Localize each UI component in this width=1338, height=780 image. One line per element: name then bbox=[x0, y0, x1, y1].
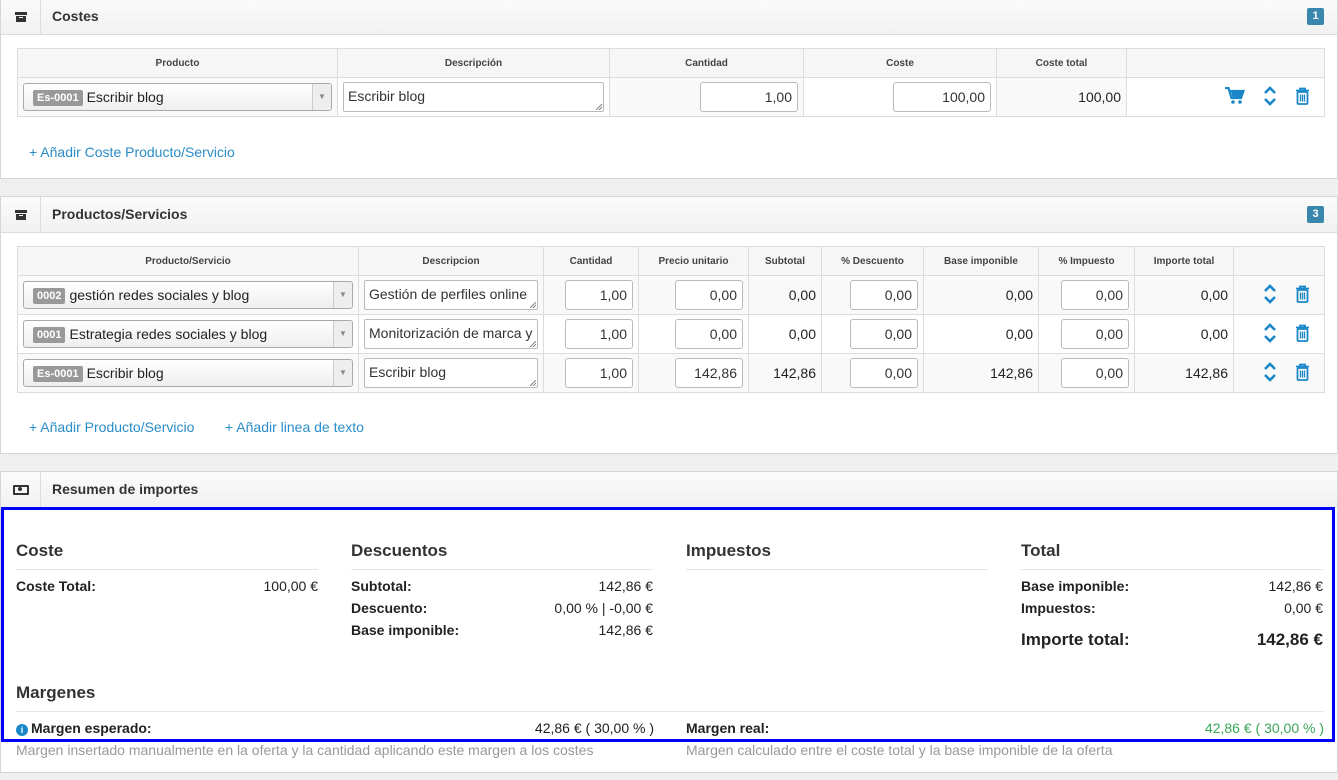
table-row: 0002 gestión redes sociales y blog ▼ Gesti… bbox=[17, 275, 1325, 315]
productos-header: Productos/Servicios 3 bbox=[1, 197, 1337, 233]
sort-handle-icon[interactable] bbox=[1263, 283, 1277, 308]
cost-input[interactable]: 100,00 bbox=[893, 82, 991, 112]
importe-value: 0,00 bbox=[1134, 314, 1234, 354]
col-header-subtotal: Subtotal bbox=[748, 246, 822, 276]
description-textarea[interactable]: Escribir blog bbox=[364, 358, 538, 388]
col-header-precio-unitario: Precio unitario bbox=[638, 246, 749, 276]
table-row: Es-0001 Escribir blog ▼ Escribir blog 1,00… bbox=[17, 353, 1325, 393]
description-textarea[interactable]: Escribir blog bbox=[343, 82, 604, 112]
importe-value: 0,00 bbox=[1134, 275, 1234, 315]
sort-handle-icon[interactable] bbox=[1263, 85, 1277, 110]
product-select[interactable]: Es-0001 Escribir blog ▼ bbox=[23, 359, 353, 387]
product-code-tag: 0002 bbox=[33, 288, 66, 304]
archive-icon bbox=[1, 0, 41, 35]
cost-total-value: 100,00 bbox=[996, 77, 1127, 117]
quantity-input[interactable]: 1,00 bbox=[565, 358, 633, 388]
resumen-header: Resumen de importes bbox=[1, 472, 1337, 508]
product-select[interactable]: Es-0001 Escribir blog ▼ bbox=[23, 83, 332, 111]
trash-icon[interactable] bbox=[1295, 285, 1310, 306]
product-name: Escribir blog bbox=[86, 89, 164, 105]
discount-input[interactable]: 0,00 bbox=[850, 319, 918, 349]
costes-panel: Costes 1 Producto Descripción Cantidad C… bbox=[0, 0, 1338, 179]
chevron-down-icon[interactable]: ▼ bbox=[333, 360, 352, 386]
tax-input[interactable]: 0,00 bbox=[1061, 319, 1129, 349]
base-value: 0,00 bbox=[923, 314, 1039, 354]
product-name: Estrategia redes sociales y blog bbox=[69, 326, 268, 342]
col-header-actions bbox=[1126, 48, 1325, 78]
unit-price-input[interactable]: 0,00 bbox=[675, 280, 743, 310]
table-row: 0001 Estrategia redes sociales y blog ▼ Mo… bbox=[17, 314, 1325, 354]
unit-price-input[interactable]: 0,00 bbox=[675, 319, 743, 349]
col-header-producto: Producto bbox=[17, 48, 338, 78]
product-code-tag: Es-0001 bbox=[33, 366, 83, 382]
col-header-coste-total: Coste total bbox=[996, 48, 1127, 78]
sort-handle-icon[interactable] bbox=[1263, 322, 1277, 347]
col-header-descripcion: Descripción bbox=[337, 48, 610, 78]
summary-highlight-box bbox=[1, 507, 1335, 742]
table-row: Es-0001 Escribir blog ▼ Escribir blog 1,00… bbox=[17, 77, 1325, 117]
trash-icon[interactable] bbox=[1295, 363, 1310, 384]
add-product-link[interactable]: + Añadir Producto/Servicio bbox=[29, 419, 194, 435]
tax-input[interactable]: 0,00 bbox=[1061, 358, 1129, 388]
margen-real-help: Margen calculado entre el coste total y … bbox=[686, 742, 1113, 758]
description-textarea[interactable]: Monitorización de marca y bbox=[364, 319, 538, 349]
col-header-cantidad: Cantidad bbox=[609, 48, 804, 78]
money-icon bbox=[1, 472, 41, 508]
add-text-line-link[interactable]: + Añadir linea de texto bbox=[225, 419, 364, 435]
productos-table: Producto/Servicio Descripcion Cantidad P… bbox=[17, 246, 1325, 393]
margen-esperado-help: Margen insertado manualmente en la ofert… bbox=[16, 742, 594, 758]
productos-count-badge: 3 bbox=[1307, 206, 1324, 223]
quantity-input[interactable]: 1,00 bbox=[700, 82, 798, 112]
product-code-tag: Es-0001 bbox=[33, 90, 83, 106]
archive-icon bbox=[1, 197, 41, 233]
chevron-down-icon[interactable]: ▼ bbox=[333, 321, 352, 347]
resumen-title: Resumen de importes bbox=[52, 481, 199, 497]
base-value: 0,00 bbox=[923, 275, 1039, 315]
cart-icon[interactable] bbox=[1225, 86, 1246, 108]
col-header-impuesto: % Impuesto bbox=[1038, 246, 1135, 276]
chevron-down-icon[interactable]: ▼ bbox=[312, 84, 331, 110]
col-header-descuento: % Descuento bbox=[821, 246, 924, 276]
importe-value: 142,86 bbox=[1134, 353, 1234, 393]
col-header-descripcion: Descripcion bbox=[358, 246, 544, 276]
col-header-base-imponible: Base imponible bbox=[923, 246, 1039, 276]
product-select[interactable]: 0002 gestión redes sociales y blog ▼ bbox=[23, 281, 353, 309]
trash-icon[interactable] bbox=[1295, 87, 1310, 108]
product-name: Escribir blog bbox=[86, 365, 164, 381]
subtotal-value: 142,86 bbox=[748, 353, 822, 393]
chevron-down-icon[interactable]: ▼ bbox=[333, 282, 352, 308]
discount-input[interactable]: 0,00 bbox=[850, 358, 918, 388]
quantity-input[interactable]: 1,00 bbox=[565, 280, 633, 310]
costes-count-badge: 1 bbox=[1307, 8, 1324, 25]
quantity-input[interactable]: 1,00 bbox=[565, 319, 633, 349]
col-header-cantidad: Cantidad bbox=[543, 246, 639, 276]
unit-price-input[interactable]: 142,86 bbox=[675, 358, 743, 388]
col-header-coste: Coste bbox=[803, 48, 997, 78]
description-textarea[interactable]: Gestión de perfiles online bbox=[364, 280, 538, 310]
tax-input[interactable]: 0,00 bbox=[1061, 280, 1129, 310]
base-value: 142,86 bbox=[923, 353, 1039, 393]
subtotal-value: 0,00 bbox=[748, 314, 822, 354]
product-code-tag: 0001 bbox=[33, 327, 66, 343]
productos-title: Productos/Servicios bbox=[52, 206, 188, 222]
col-header-actions bbox=[1233, 246, 1325, 276]
costes-header: Costes 1 bbox=[1, 0, 1337, 35]
product-select[interactable]: 0001 Estrategia redes sociales y blog ▼ bbox=[23, 320, 353, 348]
trash-icon[interactable] bbox=[1295, 324, 1310, 345]
sort-handle-icon[interactable] bbox=[1263, 361, 1277, 386]
costes-table: Producto Descripción Cantidad Coste Cost… bbox=[17, 48, 1325, 117]
costes-title: Costes bbox=[52, 8, 99, 24]
col-header-importe-total: Importe total bbox=[1134, 246, 1234, 276]
product-name: gestión redes sociales y blog bbox=[69, 287, 250, 303]
add-cost-link[interactable]: + Añadir Coste Producto/Servicio bbox=[29, 144, 235, 160]
discount-input[interactable]: 0,00 bbox=[850, 280, 918, 310]
subtotal-value: 0,00 bbox=[748, 275, 822, 315]
productos-panel: Productos/Servicios 3 Producto/Servicio … bbox=[0, 196, 1338, 454]
col-header-producto-servicio: Producto/Servicio bbox=[17, 246, 359, 276]
